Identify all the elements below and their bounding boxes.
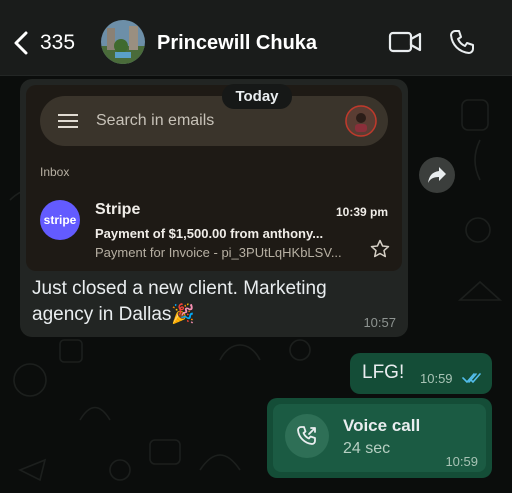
incoming-message-text: Just closed a new client. Marketing agen… [32,276,372,328]
forward-button[interactable] [419,157,455,193]
contact-name[interactable]: Princewill Chuka [157,32,317,55]
chat-header: 335 Princewill Chuka [0,0,512,76]
incoming-message-bubble[interactable]: Search in emails Inbox stripe Stripe 10:… [20,79,408,337]
voice-call-duration: 24 sec [343,440,391,457]
email-account-avatar [345,105,377,137]
forward-icon [428,167,446,183]
voice-call-title: Voice call [343,416,421,435]
email-search-bar: Search in emails [40,96,388,146]
unread-count: 335 [40,31,76,54]
outgoing-message-text: LFG! [362,362,405,383]
email-snippet: Payment for Invoice - pi_3PUtLqHKbLSV... [95,245,342,260]
stripe-logo: stripe [40,200,80,240]
star-icon [370,239,390,258]
incoming-message-line-2: agency in Dallas🎉 [32,304,196,325]
incoming-message-time: 10:57 [363,315,396,330]
email-screenshot-image[interactable]: Search in emails Inbox stripe Stripe 10:… [26,85,402,271]
outgoing-message-bubble[interactable]: LFG! 10:59 [350,353,492,394]
email-time: 10:39 pm [336,205,389,219]
video-call-icon[interactable] [388,29,422,55]
email-search-placeholder: Search in emails [96,112,215,129]
inbox-label: Inbox [40,165,70,179]
read-receipt-icon [462,373,481,383]
date-divider: Today [222,84,292,109]
email-subject: Payment of $1,500.00 from anthony... [95,226,324,241]
incoming-message-line-1: Just closed a new client. Marketing [32,278,327,299]
outgoing-call-icon [285,414,329,458]
menu-icon [58,114,78,128]
voice-call-bubble[interactable]: Voice call 24 sec 10:59 [267,398,492,478]
email-sender: Stripe [95,201,141,218]
voice-call-time: 10:59 [445,454,478,469]
voice-call-card[interactable]: Voice call 24 sec 10:59 [273,404,486,472]
chevron-left-icon [14,31,28,55]
contact-avatar[interactable] [101,20,145,64]
phone-call-icon[interactable] [448,28,476,56]
outgoing-message-time: 10:59 [420,371,453,386]
back-button[interactable]: 335 [12,26,84,60]
